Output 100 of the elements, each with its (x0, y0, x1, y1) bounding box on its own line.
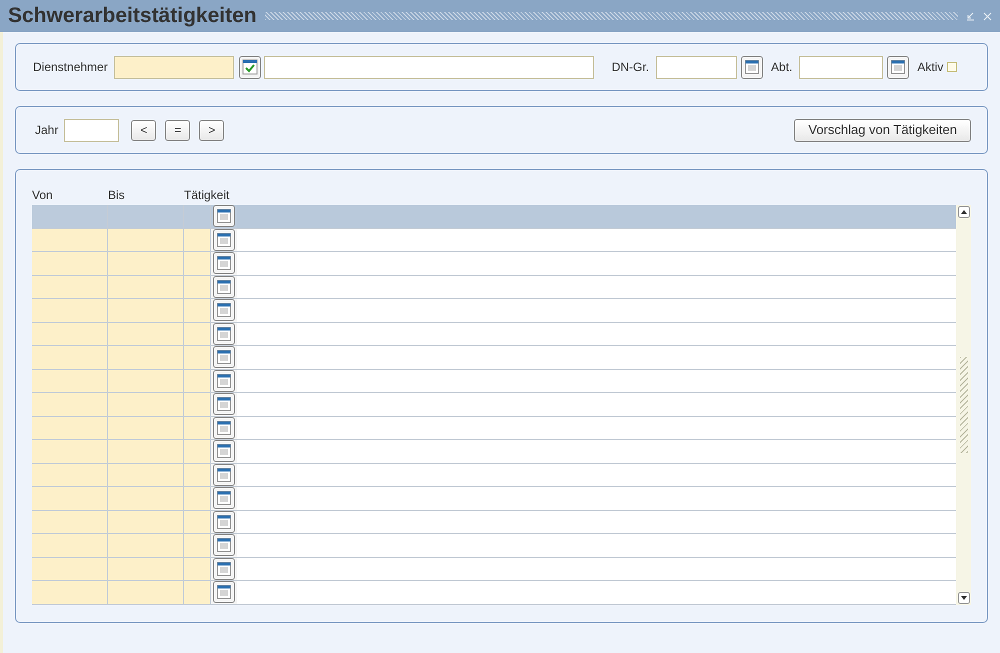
to-date-input[interactable] (108, 228, 184, 251)
activity-description-input[interactable] (237, 346, 956, 368)
activity-description-input[interactable] (237, 228, 956, 251)
activity-picker-button[interactable] (213, 322, 235, 344)
to-date-input[interactable] (108, 322, 184, 345)
from-date-input[interactable] (32, 464, 108, 486)
activity-code-input[interactable] (184, 393, 211, 416)
activity-description-input[interactable] (237, 252, 956, 274)
activity-description-input[interactable] (237, 322, 956, 345)
activity-code-input[interactable] (184, 440, 211, 462)
activity-code-input[interactable] (184, 228, 211, 251)
from-date-input[interactable] (32, 346, 108, 368)
vertical-scrollbar[interactable] (956, 205, 971, 605)
activity-description-input[interactable] (237, 370, 956, 392)
from-date-input[interactable] (32, 370, 108, 392)
activity-picker-button[interactable] (213, 487, 235, 509)
department-input[interactable] (799, 56, 884, 78)
to-date-input[interactable] (108, 487, 184, 510)
activity-picker-button[interactable] (213, 252, 235, 274)
scroll-thumb-grip[interactable] (960, 357, 968, 453)
from-date-input[interactable] (32, 252, 108, 274)
to-date-input[interactable] (108, 252, 184, 274)
activity-description-input[interactable] (237, 534, 956, 556)
activity-code-input[interactable] (184, 581, 211, 604)
activity-description-input[interactable] (237, 276, 956, 298)
activity-code-input[interactable] (184, 322, 211, 345)
activity-picker-button[interactable] (213, 464, 235, 486)
activity-description-input[interactable] (237, 487, 956, 510)
activity-code-input[interactable] (184, 510, 211, 533)
activity-description-input[interactable] (237, 393, 956, 416)
nav-button[interactable]: = (165, 120, 190, 140)
activity-picker-button[interactable] (213, 510, 235, 532)
to-date-input[interactable] (108, 393, 184, 416)
activity-picker-button[interactable] (213, 416, 235, 438)
group-picker-button[interactable] (741, 56, 764, 78)
from-date-input[interactable] (32, 581, 108, 604)
to-date-input[interactable] (108, 346, 184, 368)
activity-description-input[interactable] (237, 464, 956, 486)
from-date-input[interactable] (32, 299, 108, 322)
activity-code-input[interactable] (184, 252, 211, 274)
to-date-input[interactable] (108, 440, 184, 462)
to-date-input[interactable] (108, 510, 184, 533)
year-input[interactable] (64, 118, 120, 142)
activity-description-input[interactable] (237, 581, 956, 604)
to-date-input[interactable] (108, 464, 184, 486)
to-date-input[interactable] (108, 558, 184, 580)
activity-code-input[interactable] (184, 558, 211, 580)
from-date-input[interactable] (32, 416, 108, 439)
department-picker-button[interactable] (887, 56, 910, 78)
to-date-input[interactable] (108, 581, 184, 604)
activity-code-input[interactable] (184, 416, 211, 439)
activity-description-input[interactable] (237, 299, 956, 322)
to-date-input[interactable] (108, 299, 184, 322)
group-input[interactable] (656, 56, 738, 78)
employee-name-input[interactable] (264, 56, 594, 78)
from-date-input[interactable] (32, 487, 108, 510)
activity-code-input[interactable] (184, 534, 211, 556)
from-date-input[interactable] (32, 276, 108, 298)
from-date-input[interactable] (32, 534, 108, 556)
nav-button[interactable]: < (131, 120, 156, 140)
scroll-up-icon[interactable] (958, 206, 970, 218)
activity-picker-button[interactable] (213, 581, 235, 603)
suggest-activities-button[interactable]: Vorschlag von Tätigkeiten (794, 118, 971, 142)
activity-picker-button[interactable] (213, 299, 235, 321)
from-date-input[interactable] (32, 322, 108, 345)
activity-description-input[interactable] (237, 510, 956, 533)
from-date-input[interactable] (32, 558, 108, 580)
activity-description-input[interactable] (237, 440, 956, 462)
minimize-icon[interactable] (966, 12, 975, 20)
nav-button[interactable]: > (199, 120, 224, 140)
active-checkbox[interactable] (947, 62, 958, 72)
to-date-input[interactable] (108, 276, 184, 298)
activity-code-input[interactable] (184, 299, 211, 322)
activity-code-input[interactable] (184, 276, 211, 298)
to-date-input[interactable] (108, 370, 184, 392)
scroll-down-icon[interactable] (958, 592, 970, 604)
activity-description-input[interactable] (237, 416, 956, 439)
activity-description-input[interactable] (237, 558, 956, 580)
from-date-input[interactable] (32, 440, 108, 462)
activity-picker-button[interactable] (213, 534, 235, 556)
activity-picker-button[interactable] (213, 393, 235, 415)
employee-picker-button[interactable] (238, 56, 261, 78)
activity-picker-button[interactable] (213, 205, 235, 227)
close-icon[interactable] (983, 12, 992, 20)
activity-code-input[interactable] (184, 370, 211, 392)
from-date-input[interactable] (32, 510, 108, 533)
activity-picker-button[interactable] (213, 228, 235, 250)
activity-picker-button[interactable] (213, 276, 235, 298)
activity-picker-button[interactable] (213, 370, 235, 392)
to-date-input[interactable] (108, 534, 184, 556)
from-date-input[interactable] (32, 393, 108, 416)
activity-picker-button[interactable] (213, 346, 235, 368)
activity-picker-button[interactable] (213, 558, 235, 580)
to-date-input[interactable] (108, 416, 184, 439)
activity-code-input[interactable] (184, 464, 211, 486)
activity-picker-button[interactable] (213, 440, 235, 462)
from-date-input[interactable] (32, 228, 108, 251)
activity-code-input[interactable] (184, 346, 211, 368)
employee-input[interactable] (114, 56, 234, 78)
activity-code-input[interactable] (184, 487, 211, 510)
